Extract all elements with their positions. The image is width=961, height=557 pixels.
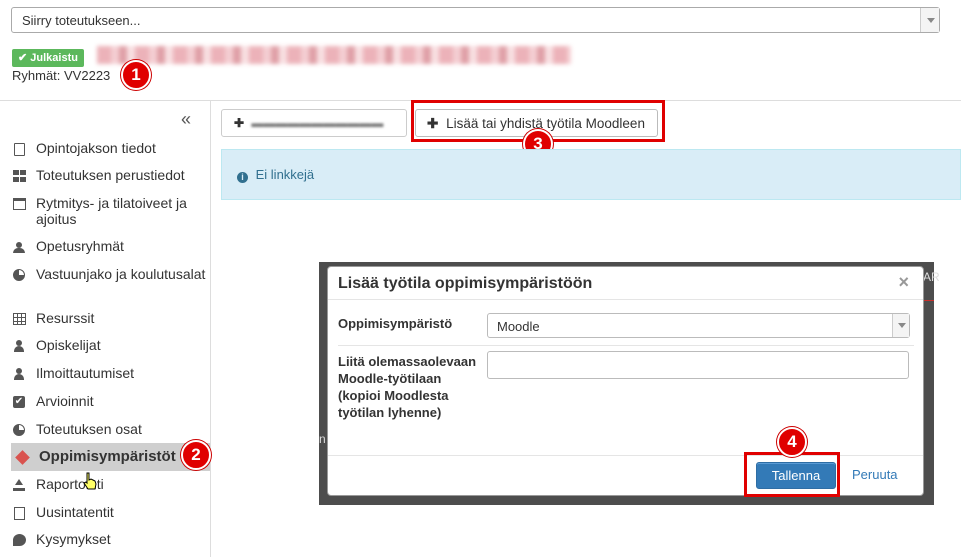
modal-divider <box>338 345 914 346</box>
step-marker-1: 1 <box>121 60 151 90</box>
sidebar-item-label: Toteutuksen osat <box>36 421 142 437</box>
user-icon <box>12 367 26 381</box>
blurred-course-title <box>97 46 571 64</box>
sidebar-item-enrollments[interactable]: Ilmoittautumiset <box>12 365 210 381</box>
table-icon <box>12 312 26 326</box>
environment-select-value: Moodle <box>497 319 540 334</box>
sidebar-item-retakes[interactable]: Uusintatentit <box>12 504 210 520</box>
cube-icon <box>14 449 30 465</box>
workspace-shortname-label: Liitä olemassaolevaan Moodle-työtilaan (… <box>338 354 477 420</box>
sidebar-item-reporting[interactable]: Raportointi <box>12 476 210 492</box>
workspace-shortname-input[interactable] <box>487 351 909 379</box>
document-icon <box>12 142 26 156</box>
sidebar-item-scheduling[interactable]: Rytmitys- ja tilatoiveet ja ajoitus <box>12 195 210 227</box>
sidebar-item-label: Resurssit <box>36 310 95 326</box>
chevron-down-icon[interactable] <box>892 314 909 337</box>
blurred-button-label: ▬▬▬▬▬▬▬▬▬▬▬ <box>251 116 384 130</box>
groups-label: Ryhmät: VV2223 <box>12 68 111 83</box>
backdrop-fragment: AR <box>923 270 940 284</box>
environment-select[interactable]: Moodle <box>487 313 910 338</box>
sidebar-item-label: Opetusryhmät <box>36 238 124 254</box>
status-badge: ✔ Julkaistu <box>12 49 84 67</box>
calendar-icon <box>12 197 26 211</box>
step-marker-4: 4 <box>777 427 807 457</box>
grid-icon <box>12 169 26 183</box>
sidebar-divider <box>210 101 211 557</box>
users-icon <box>12 240 26 254</box>
info-icon: i <box>237 172 248 183</box>
sidebar-item-label: Arvioinnit <box>36 393 94 409</box>
comment-icon <box>12 533 26 547</box>
sidebar-item-parts[interactable]: Toteutuksen osat <box>12 421 210 437</box>
sidebar-item-course-info[interactable]: Opintojakson tiedot <box>12 140 210 156</box>
sidebar-item-label: Kysymykset <box>36 531 111 547</box>
modal-divider <box>328 299 923 300</box>
implementation-select-value: Siirry toteutukseen... <box>22 13 141 28</box>
no-links-text: Ei linkkejä <box>255 167 315 182</box>
sidebar-item-assessments[interactable]: ✔ Arvioinnit <box>12 393 210 409</box>
checkbox-icon: ✔ <box>13 396 25 408</box>
sidebar-item-responsibilities[interactable]: Vastuunjako ja koulutusalat <box>12 266 210 282</box>
modal-title: Lisää työtila oppimisympäristöön <box>338 275 593 292</box>
collapse-sidebar-icon[interactable]: « <box>181 109 191 130</box>
highlight-box-4 <box>744 452 840 497</box>
sidebar-item-label: Uusintatentit <box>36 504 114 520</box>
sidebar-item-label: Toteutuksen perustiedot <box>36 167 185 183</box>
no-links-alert: i Ei linkkejä <box>221 149 961 200</box>
sidebar-item-basic-info[interactable]: Toteutuksen perustiedot <box>12 167 210 183</box>
step-marker-2: 2 <box>181 440 211 470</box>
sidebar-item-students[interactable]: Opiskelijat <box>12 337 210 353</box>
sidebar-item-label: Opiskelijat <box>36 337 101 353</box>
add-link-button[interactable]: ✚ ▬▬▬▬▬▬▬▬▬▬▬ <box>221 109 407 137</box>
pie-chart-icon <box>12 423 26 437</box>
upload-icon <box>12 478 26 492</box>
sidebar-item-label: Rytmitys- ja tilatoiveet ja ajoitus <box>36 195 187 227</box>
sidebar-item-label: Ilmoittautumiset <box>36 365 135 381</box>
file-icon <box>12 506 26 520</box>
plus-icon: ✚ <box>234 116 245 130</box>
sidebar-item-label: Vastuunjako ja koulutusalat <box>36 266 206 282</box>
implementation-select[interactable]: Siirry toteutukseen... <box>11 7 940 33</box>
environment-label: Oppimisympäristö <box>338 316 453 331</box>
sidebar-item-questions[interactable]: Kysymykset <box>12 531 210 547</box>
sidebar-item-label: Oppimisympäristöt <box>39 448 176 465</box>
pie-chart-icon <box>12 268 26 282</box>
close-icon[interactable]: × <box>898 272 909 293</box>
hand-cursor-icon <box>83 472 97 490</box>
sidebar-item-label: Opintojakson tiedot <box>36 140 156 156</box>
sidebar-item-resources[interactable]: Resurssit <box>12 310 210 326</box>
chevron-down-icon[interactable] <box>920 8 939 32</box>
sidebar-item-teaching-groups[interactable]: Opetusryhmät <box>12 238 210 254</box>
user-icon <box>12 339 26 353</box>
cancel-button[interactable]: Peruuta <box>852 467 898 482</box>
backdrop-fragment: n <box>319 432 326 446</box>
